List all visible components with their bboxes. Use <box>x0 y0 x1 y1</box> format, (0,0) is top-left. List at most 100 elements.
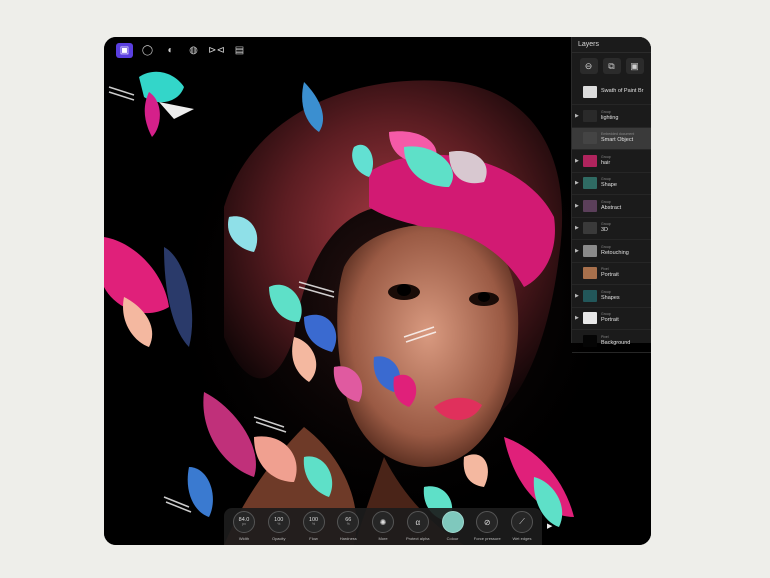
hardness-unit: % <box>346 522 350 526</box>
layer-row[interactable]: ▶ Group 3D <box>572 218 651 240</box>
layer-text: Embedded document Smart Object <box>601 132 634 143</box>
flip-icon[interactable]: ⊳⊲ <box>208 43 225 58</box>
layer-thumbnail <box>583 109 597 122</box>
more-icon: ✺ <box>379 517 387 527</box>
opacity-unit: % <box>277 522 281 526</box>
layer-text: Pixel Background <box>601 335 630 346</box>
layer-text: Group hair <box>601 155 611 166</box>
expand-toolbar-button[interactable]: ▶ <box>547 522 552 530</box>
layer-thumbnail <box>583 222 597 235</box>
expand-arrow-icon[interactable]: ▶ <box>575 113 583 119</box>
layer-row[interactable]: Swath of Paint Br <box>572 79 651 105</box>
document-icon[interactable]: ▤ <box>231 43 248 58</box>
layer-row[interactable]: ▶ Group lighting <box>572 105 651 128</box>
layer-row[interactable]: Pixel Background <box>572 330 651 353</box>
layer-thumbnail <box>583 244 597 257</box>
layers-actions: ⊖ ⧉ ▣ <box>572 53 651 79</box>
wet-edges-icon: ⟋ <box>519 517 525 526</box>
layer-name: Shapes <box>601 294 620 301</box>
opacity-control[interactable]: 100% Opacity <box>264 511 294 541</box>
layer-text: Group 3D <box>601 222 611 234</box>
layer-thumbnail <box>583 312 597 325</box>
persona-icon[interactable]: ▣ <box>116 42 133 58</box>
more-control[interactable]: ✺ More <box>368 511 398 541</box>
layer-thumbnail <box>583 334 597 347</box>
colour-control[interactable]: Colour <box>438 511 468 541</box>
layers-panel: Layers ⊖ ⧉ ▣ Swath of Paint Br ▶ Group lighti… <box>571 37 651 353</box>
delete-layer-icon[interactable]: ⊖ <box>579 58 598 74</box>
protect-alpha-label: Protect alpha <box>405 536 430 541</box>
wet-edges-label: Wet edges <box>512 536 532 541</box>
layer-row[interactable]: ▶ Group Shape <box>572 173 651 195</box>
force-pressure-dial[interactable]: ⊘ <box>476 511 499 533</box>
expand-arrow-icon[interactable]: ▶ <box>575 225 583 231</box>
expand-arrow-icon[interactable]: ▶ <box>575 180 583 186</box>
layer-text: Group Shape <box>601 177 617 189</box>
force-pressure-label: Force pressure <box>473 536 501 541</box>
colour-dial[interactable] <box>441 511 464 533</box>
layer-row[interactable]: Embedded document Smart Object <box>572 127 651 150</box>
duplicate-layer-icon[interactable]: ⧉ <box>602 58 621 74</box>
force-pressure-icon: ⊘ <box>483 517 491 527</box>
protect-alpha-control[interactable]: α Protect alpha <box>403 511 433 541</box>
wet-edges-control[interactable]: ⟋ Wet edges <box>507 511 537 541</box>
layer-text: Group Retouching <box>601 245 629 256</box>
protect-alpha-icon: α <box>415 517 421 527</box>
layer-name: Abstract <box>601 204 622 211</box>
flow-unit: % <box>311 522 316 526</box>
flow-dial[interactable]: 100% <box>302 511 325 533</box>
palette-icon[interactable]: ◐ <box>162 43 179 58</box>
layer-thumbnail <box>583 85 597 98</box>
layer-name: lighting <box>601 114 619 121</box>
width-dial[interactable]: 84.0 px <box>233 511 255 533</box>
mask-layer-icon[interactable]: ▣ <box>625 58 644 74</box>
layer-name: Shape <box>601 182 617 189</box>
artwork-canvas[interactable] <box>104 37 651 545</box>
layer-text: Group Shapes <box>601 290 620 301</box>
brush-icon[interactable]: ◍ <box>185 43 202 58</box>
layer-row[interactable]: ▶ Group Retouching <box>572 240 651 263</box>
width-label: Width <box>238 536 250 541</box>
app-window: ▣ ◯ ◐ ◍ ⊳⊲ ▤ Layers ⊖ ⧉ ▣ Swath of Paint Br ▶ Gro… <box>104 37 651 545</box>
protect-alpha-dial[interactable]: α <box>406 511 429 533</box>
wet-edges-dial[interactable]: ⟋ <box>511 511 533 533</box>
layer-thumbnail <box>583 177 597 190</box>
layer-text: Group Abstract <box>601 200 622 211</box>
layer-row[interactable]: ▶ Group Abstract <box>572 195 651 218</box>
layer-name: Portrait <box>601 317 619 324</box>
hardness-dial[interactable]: 66% <box>337 511 360 533</box>
width-unit: px <box>242 522 246 526</box>
layer-name: Retouching <box>601 249 629 256</box>
layers-panel-title: Layers <box>572 37 651 53</box>
more-dial[interactable]: ✺ <box>372 511 394 533</box>
layer-row[interactable]: ▶ Group hair <box>572 150 651 173</box>
layer-text: Pixel Portrait <box>601 267 619 279</box>
more-label: More <box>378 536 388 541</box>
expand-arrow-icon[interactable]: ▶ <box>575 248 583 254</box>
layer-thumbnail <box>583 154 597 167</box>
expand-arrow-icon[interactable]: ▶ <box>575 293 583 299</box>
history-icon[interactable]: ◯ <box>139 43 156 58</box>
top-toolbar: ▣ ◯ ◐ ◍ ⊳⊲ ▤ <box>116 41 248 59</box>
layer-text: Group lighting <box>601 110 619 121</box>
layer-name: 3D <box>601 227 609 234</box>
width-control[interactable]: 84.0 px Width <box>229 511 259 541</box>
hardness-label: Hardness <box>339 536 357 541</box>
layer-thumbnail <box>583 199 597 212</box>
expand-arrow-icon[interactable]: ▶ <box>575 158 583 164</box>
expand-arrow-icon[interactable]: ▶ <box>575 203 583 209</box>
flow-control[interactable]: 100% Flow <box>299 511 329 541</box>
layer-thumbnail <box>583 132 597 145</box>
layer-text: Swath of Paint Br <box>601 88 644 94</box>
expand-arrow-icon[interactable]: ▶ <box>575 315 583 321</box>
hardness-control[interactable]: 66% Hardness <box>333 511 363 541</box>
layer-name: Swath of Paint Br <box>601 88 644 95</box>
layer-row[interactable]: ▶ Group Portrait <box>572 308 651 330</box>
opacity-label: Opacity <box>271 536 286 541</box>
layer-row[interactable]: ▶ Group Shapes <box>572 285 651 308</box>
layer-name: Portrait <box>601 272 619 279</box>
layer-thumbnail <box>583 267 597 280</box>
layer-row[interactable]: Pixel Portrait <box>572 263 651 285</box>
force-pressure-control[interactable]: ⊘ Force pressure <box>472 511 502 541</box>
opacity-dial[interactable]: 100% <box>267 511 290 533</box>
